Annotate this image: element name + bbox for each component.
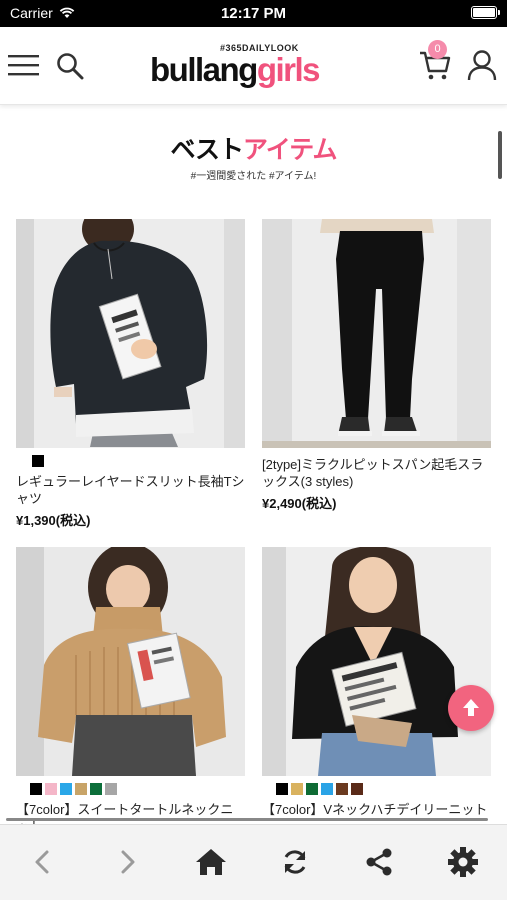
- swatch-gray[interactable]: [105, 783, 117, 795]
- user-icon[interactable]: [467, 49, 497, 81]
- bottom-toolbar: [0, 824, 507, 900]
- section-title-part1: ベスト: [170, 136, 244, 164]
- product-name[interactable]: 【7color】Vネックハチデイリーニット: [262, 801, 491, 818]
- swatch-black[interactable]: [276, 783, 288, 795]
- scroll-to-top-button[interactable]: [448, 685, 494, 731]
- swatch-black[interactable]: [32, 455, 44, 467]
- product-image[interactable]: [16, 219, 245, 448]
- product-card[interactable]: レギュラーレイヤードスリット長袖Tシャツ ¥1,390(税込): [16, 219, 245, 529]
- logo-text-main: bullang: [150, 51, 258, 88]
- section-title: ベストアイテム: [0, 130, 507, 166]
- app-header: #365DAILYLOOK bullanggirls 0: [0, 27, 507, 105]
- refresh-icon[interactable]: [278, 845, 312, 879]
- forward-icon[interactable]: [110, 845, 144, 879]
- product-image[interactable]: [16, 547, 245, 776]
- logo-wordmark: bullanggirls: [150, 51, 321, 89]
- color-swatches: [16, 455, 245, 467]
- swatch-black[interactable]: [30, 783, 42, 795]
- search-icon[interactable]: [56, 52, 84, 80]
- clock: 12:17 PM: [220, 5, 287, 22]
- horizontal-scroll-indicator[interactable]: [6, 818, 488, 821]
- product-card[interactable]: 【7color】スイートタートルネックニット: [16, 547, 245, 835]
- menu-icon[interactable]: [8, 53, 39, 77]
- swatch-dark-brown[interactable]: [351, 783, 363, 795]
- product-image[interactable]: [262, 219, 491, 448]
- product-price: ¥2,490(税込): [262, 496, 337, 511]
- swatch-pink[interactable]: [45, 783, 57, 795]
- swatch-blue[interactable]: [60, 783, 72, 795]
- settings-icon[interactable]: [446, 845, 480, 879]
- swatch-green[interactable]: [306, 783, 318, 795]
- product-name[interactable]: [2type]ミラクルピットスパン起毛スラックス(3 styles): [262, 456, 491, 490]
- section-title-part2: アイテム: [243, 136, 338, 164]
- swatch-green[interactable]: [90, 783, 102, 795]
- cart-count-badge: 0: [428, 40, 447, 59]
- home-icon[interactable]: [194, 845, 228, 879]
- product-name[interactable]: レギュラーレイヤードスリット長袖Tシャツ: [16, 473, 245, 507]
- logo-text-accent: girls: [256, 51, 321, 88]
- status-bar: Carrier 12:17 PM: [0, 0, 507, 27]
- swatch-brown[interactable]: [336, 783, 348, 795]
- product-price: ¥1,390(税込): [16, 513, 91, 528]
- product-card[interactable]: [2type]ミラクルピットスパン起毛スラックス(3 styles) ¥2,49…: [262, 219, 491, 512]
- color-swatches: [16, 783, 245, 795]
- brand-logo[interactable]: #365DAILYLOOK bullanggirls: [150, 41, 360, 91]
- swatch-mustard[interactable]: [291, 783, 303, 795]
- battery-icon: [471, 6, 500, 19]
- arrow-up-icon: [463, 699, 479, 716]
- share-icon[interactable]: [362, 845, 396, 879]
- back-icon[interactable]: [26, 845, 60, 879]
- product-image[interactable]: [262, 547, 491, 776]
- section-subtitle: #一週間愛された #アイテム!: [190, 171, 317, 182]
- color-swatches: [262, 783, 491, 795]
- swatch-camel[interactable]: [75, 783, 87, 795]
- swatch-blue[interactable]: [321, 783, 333, 795]
- best-items-heading: ベストアイテム #一週間愛された #アイテム!: [0, 130, 507, 182]
- product-card[interactable]: 【7color】Vネックハチデイリーニット: [262, 547, 491, 818]
